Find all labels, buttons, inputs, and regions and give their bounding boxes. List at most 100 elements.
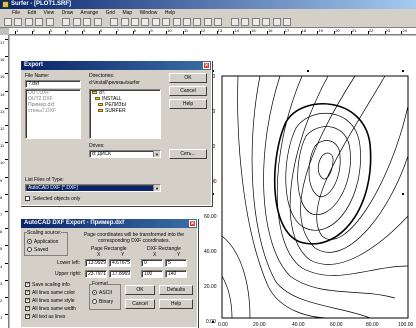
ellipse-tool-icon[interactable] bbox=[183, 18, 192, 26]
folder-icon bbox=[98, 109, 103, 113]
network-button[interactable]: Сеть... bbox=[169, 149, 207, 159]
rectangle-tool-icon[interactable] bbox=[162, 18, 171, 26]
text-as-lines-checkbox[interactable] bbox=[25, 313, 30, 319]
save-file-icon[interactable] bbox=[24, 18, 33, 26]
open-file-icon[interactable] bbox=[14, 18, 23, 26]
folder-icon bbox=[95, 97, 100, 101]
export-dialog-title: Export bbox=[24, 62, 44, 68]
menu-map[interactable]: Map bbox=[122, 10, 132, 16]
ascii-radio[interactable] bbox=[92, 290, 97, 295]
toolbar bbox=[0, 17, 416, 28]
menu-arrange[interactable]: Arrange bbox=[80, 10, 98, 16]
defaults-button[interactable]: Defaults bbox=[159, 285, 193, 295]
same-color-checkbox[interactable] bbox=[25, 289, 30, 295]
ruler-label: 17 bbox=[284, 28, 290, 33]
file-name-label: File Name: bbox=[25, 73, 50, 79]
new-file-icon[interactable] bbox=[4, 18, 12, 26]
dxf-ok-button[interactable]: OK bbox=[125, 285, 155, 295]
ruler-tick bbox=[5, 142, 8, 144]
file-list-item[interactable]: стены7.DXF bbox=[28, 108, 80, 114]
close-icon[interactable]: × bbox=[189, 220, 196, 227]
y-axis-label: 60.00 bbox=[204, 214, 217, 220]
same-style-checkbox[interactable] bbox=[25, 297, 30, 303]
cancel-button[interactable]: Cancel bbox=[169, 86, 207, 96]
ruler-tick bbox=[5, 245, 8, 247]
menu-grid[interactable]: Grid bbox=[106, 10, 115, 16]
directory-list[interactable]: d:\ INSTALL РЕЛИЗЫ SURFER bbox=[89, 89, 161, 139]
lower-left-dxf-y[interactable]: 5 bbox=[165, 259, 187, 267]
surfer-app-icon[interactable] bbox=[2, 1, 9, 8]
lower-left-dxf-x[interactable]: 0 bbox=[141, 259, 163, 267]
ruler-label: 23 bbox=[385, 28, 391, 33]
file-list[interactable]: OUT.DXF OUT2.DXF Пример.dxf стены7.DXF bbox=[25, 89, 81, 139]
ruler-tick bbox=[5, 211, 8, 212]
dxf-help-button[interactable]: Help bbox=[159, 299, 193, 309]
lower-left-label: Lower left: bbox=[57, 260, 81, 266]
chevron-down-icon[interactable]: ▼ bbox=[153, 185, 160, 191]
close-icon[interactable]: × bbox=[203, 62, 210, 69]
menu-file[interactable]: File bbox=[12, 10, 20, 16]
menu-view[interactable]: View bbox=[43, 10, 54, 16]
ruler-tick bbox=[5, 73, 8, 75]
ruler-label: 7 bbox=[116, 28, 120, 33]
chevron-down-icon[interactable]: ▼ bbox=[153, 151, 160, 157]
print-icon[interactable] bbox=[35, 18, 44, 26]
directory-item[interactable]: SURFER bbox=[92, 108, 160, 114]
text-as-lines-label: All text as lines bbox=[32, 314, 66, 320]
polygon-tool-icon[interactable] bbox=[131, 18, 140, 26]
cut-icon[interactable] bbox=[62, 18, 71, 26]
ok-button[interactable]: OK bbox=[169, 73, 207, 83]
dxf-cancel-button[interactable]: Cancel bbox=[125, 299, 155, 309]
ruler-label: 24 bbox=[402, 28, 407, 33]
binary-radio[interactable] bbox=[92, 299, 97, 304]
upper-right-page-y[interactable]: 17.8969 bbox=[109, 270, 131, 278]
menu-window[interactable]: Window bbox=[140, 10, 158, 16]
pointer-icon[interactable] bbox=[110, 18, 119, 26]
ruler-tick bbox=[5, 279, 8, 281]
menu-draw[interactable]: Draw bbox=[62, 10, 74, 16]
lower-left-page-x[interactable]: 13.9929 bbox=[85, 259, 107, 267]
base-map-icon[interactable] bbox=[241, 18, 250, 26]
symbol-tool-icon[interactable] bbox=[151, 18, 160, 26]
preview-icon[interactable] bbox=[45, 18, 54, 26]
text-tool-icon[interactable] bbox=[120, 18, 129, 26]
menu-edit[interactable]: Edit bbox=[27, 10, 36, 16]
file-name-input[interactable]: ?.dxf bbox=[25, 80, 81, 88]
upper-right-page-x[interactable]: 23.7971 bbox=[85, 270, 107, 278]
same-color-label: All lines same color bbox=[32, 290, 76, 296]
save-scaling-checkbox[interactable] bbox=[25, 281, 30, 287]
zoom-in-icon[interactable] bbox=[193, 18, 202, 26]
lower-left-page-y[interactable]: 4.67675 bbox=[109, 259, 131, 267]
undo-icon[interactable] bbox=[93, 18, 102, 26]
rounded-rect-tool-icon[interactable] bbox=[172, 18, 181, 26]
application-label: Application bbox=[34, 239, 59, 245]
copy-icon[interactable] bbox=[72, 18, 81, 26]
upper-right-dxf-y[interactable]: 140 bbox=[165, 270, 187, 278]
saved-radio[interactable] bbox=[27, 247, 32, 252]
y-axis-label: 40.00 bbox=[204, 249, 217, 255]
file-type-select[interactable]: AutoCAD DXF [*.DXF] ▼ bbox=[25, 184, 161, 192]
ruler-tick bbox=[5, 125, 8, 126]
upper-right-dxf-x[interactable]: 100 bbox=[141, 270, 163, 278]
ruler-label: 13 bbox=[0, 108, 5, 114]
same-width-checkbox[interactable] bbox=[25, 305, 30, 311]
application-radio[interactable] bbox=[27, 239, 32, 244]
ruler-label: 19 bbox=[318, 28, 323, 33]
surface-map-icon[interactable] bbox=[262, 18, 271, 26]
ruler-label: 15 bbox=[0, 74, 5, 80]
contour-map-icon[interactable] bbox=[230, 18, 239, 26]
help-button[interactable]: Help bbox=[169, 99, 207, 109]
polyline-tool-icon[interactable] bbox=[141, 18, 150, 26]
drive-select[interactable]: d: ДИСК ▼ bbox=[89, 150, 161, 158]
help-question-icon[interactable] bbox=[282, 18, 291, 26]
selected-only-checkbox[interactable] bbox=[25, 196, 30, 201]
ruler-label: 3 bbox=[49, 28, 52, 33]
zoom-page-icon[interactable] bbox=[214, 18, 223, 26]
same-style-label: All lines same style bbox=[32, 298, 75, 304]
ruler-label: 2 bbox=[0, 298, 3, 303]
zoom-out-icon[interactable] bbox=[203, 18, 212, 26]
post-map-icon[interactable] bbox=[251, 18, 260, 26]
grid-data-icon[interactable] bbox=[272, 18, 281, 26]
menu-help[interactable]: Help bbox=[165, 10, 175, 16]
paste-icon[interactable] bbox=[83, 18, 92, 26]
